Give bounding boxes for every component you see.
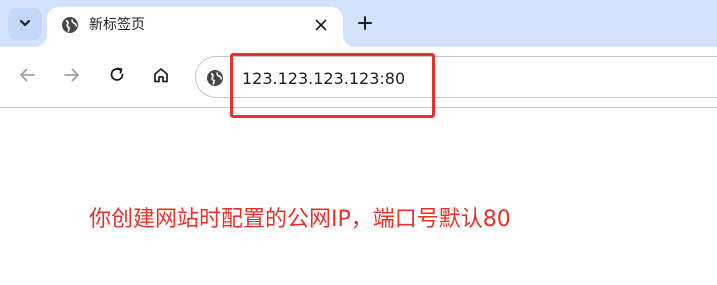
annotation-text: 你创建网站时配置的公网IP，端口号默认80 <box>89 207 511 232</box>
arrow-left-icon <box>18 66 36 88</box>
reload-icon <box>108 66 126 88</box>
site-info-globe-icon[interactable] <box>205 68 225 88</box>
plus-icon <box>358 15 372 34</box>
close-tab-icon[interactable] <box>311 15 331 35</box>
home-icon <box>152 66 170 88</box>
home-button[interactable] <box>151 67 171 87</box>
back-button[interactable] <box>17 67 37 87</box>
address-highlight-box <box>230 53 435 118</box>
globe-icon <box>61 16 79 34</box>
tab-strip: 新标签页 <box>0 0 717 47</box>
tab-title: 新标签页 <box>89 17 145 33</box>
tab-new-tab[interactable]: 新标签页 <box>47 7 343 47</box>
reload-button[interactable] <box>107 67 127 87</box>
chevron-down-icon <box>18 15 32 34</box>
forward-button[interactable] <box>62 67 82 87</box>
arrow-right-icon <box>63 66 81 88</box>
new-tab-button[interactable] <box>352 11 378 37</box>
